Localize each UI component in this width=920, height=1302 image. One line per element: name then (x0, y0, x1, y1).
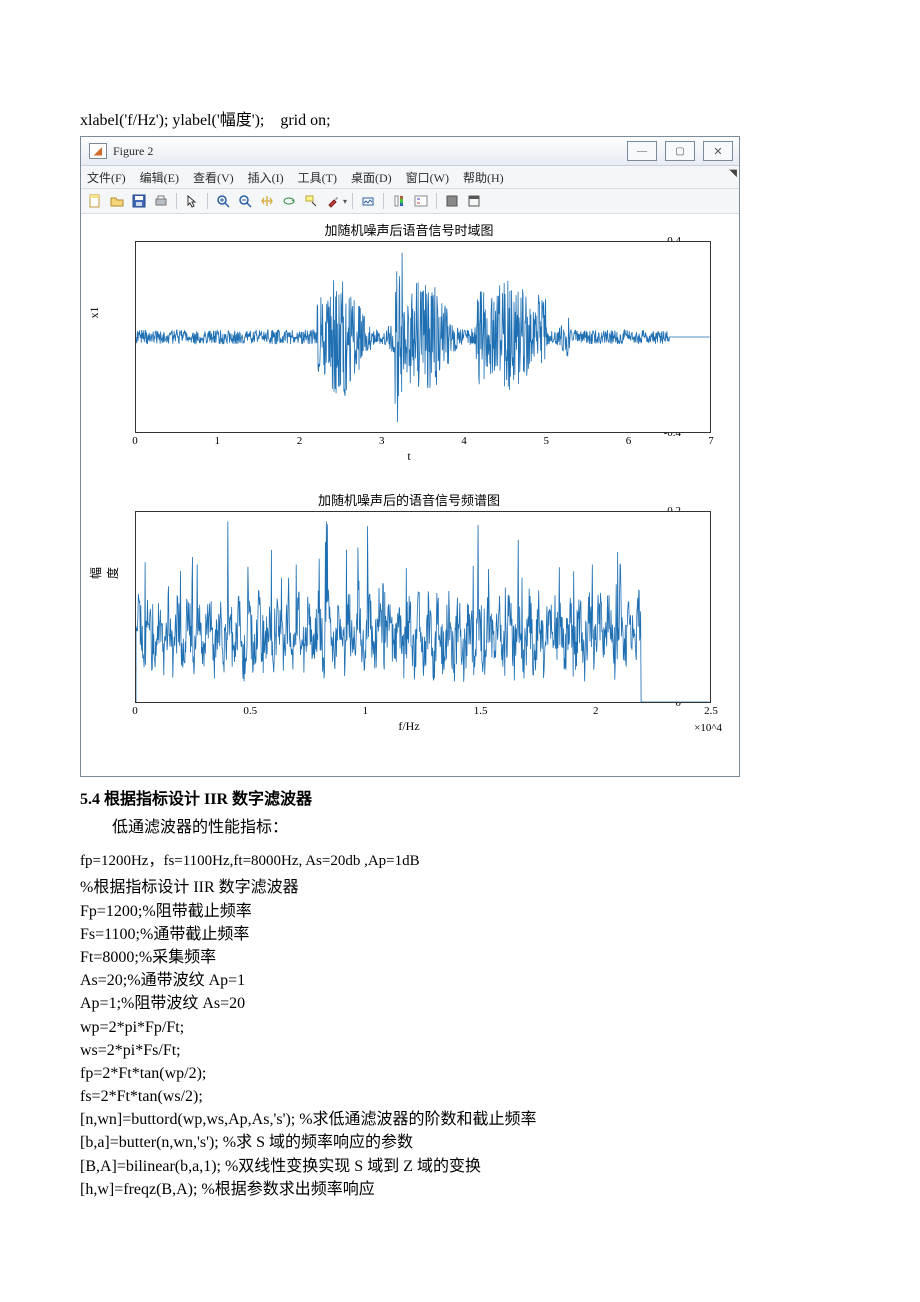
plot2-spectrum (136, 512, 710, 702)
zoom-in-icon[interactable] (213, 192, 233, 210)
print-icon[interactable] (151, 192, 171, 210)
xtick: 2 (593, 705, 599, 717)
section-heading: 5.4 根据指标设计 IIR 数字滤波器 (80, 785, 840, 809)
pointer-icon[interactable] (182, 192, 202, 210)
brush-dropdown-icon[interactable]: ▾ (343, 197, 347, 206)
data-cursor-icon[interactable] (301, 192, 321, 210)
plot1-title: 加随机噪声后语音信号时域图 (87, 220, 731, 239)
code-line: As=20;%通带波纹 Ap=1 (80, 969, 840, 992)
section-intro: 低通滤波器的性能指标： (80, 813, 840, 837)
window-minimize-button[interactable] (627, 141, 657, 161)
legend-icon[interactable] (411, 192, 431, 210)
subplot-time-domain: 加随机噪声后语音信号时域图 x1 0.4 0.2 0 -0.2 -0.4 0 1 (87, 220, 731, 490)
xtick: 1.5 (474, 705, 488, 717)
save-icon[interactable] (129, 192, 149, 210)
link-plot-icon[interactable] (358, 192, 378, 210)
menu-view[interactable]: 查看(V) (193, 169, 234, 186)
code-line-top: xlabel('f/Hz'); ylabel('幅度'); grid on; (80, 110, 840, 132)
filter-params-line: fp=1200Hz，fs=1100Hz,ft=8000Hz, As=20db ,… (80, 849, 840, 870)
code-line: [B,A]=bilinear(b,a,1); %双线性变换实现 S 域到 Z 域… (80, 1155, 840, 1178)
plot2-title: 加随机噪声后的语音信号频谱图 (87, 490, 731, 509)
plot1-xlabel: t (87, 449, 731, 464)
xtick: 0.5 (243, 705, 257, 717)
code-line: [b,a]=butter(n,wn,'s'); %求 S 域的频率响应的参数 (80, 1131, 840, 1154)
code-line: wp=2*pi*Fp/Ft; (80, 1016, 840, 1039)
window-maximize-button[interactable] (665, 141, 695, 161)
menu-desktop[interactable]: 桌面(D) (351, 169, 392, 186)
toolbar: ▾ (81, 189, 739, 214)
plot2-xlabel: f/Hz (87, 719, 731, 734)
xtick: 1 (215, 435, 221, 447)
xtick: 7 (708, 435, 714, 447)
dock-icon[interactable] (464, 192, 484, 210)
code-line: Fp=1200;%阻带截止频率 (80, 900, 840, 923)
code-line: fs=2*Ft*tan(ws/2); (80, 1085, 840, 1108)
menu-edit[interactable]: 编辑(E) (140, 169, 179, 186)
xtick: 6 (626, 435, 632, 447)
xtick: 5 (544, 435, 550, 447)
menu-help[interactable]: 帮助(H) (463, 169, 504, 186)
code-line: Ap=1;%阻带波纹 As=20 (80, 992, 840, 1015)
code-line: Fs=1100;%通带截止频率 (80, 923, 840, 946)
xtick: 2.5 (704, 705, 718, 717)
plot1-waveform (136, 242, 710, 432)
xtick: 0 (132, 435, 138, 447)
menu-expand-icon[interactable]: ◥ (729, 168, 737, 179)
xtick: 2 (297, 435, 303, 447)
menu-tools[interactable]: 工具(T) (298, 169, 337, 186)
matlab-figure-window: ◢ Figure 2 文件(F) 编辑(E) 查看(V) 插入(I) 工具(T)… (80, 136, 740, 777)
menu-insert[interactable]: 插入(I) (248, 169, 284, 186)
menu-file[interactable]: 文件(F) (87, 169, 126, 186)
new-file-icon[interactable] (85, 192, 105, 210)
open-folder-icon[interactable] (107, 192, 127, 210)
document-page: xlabel('f/Hz'); ylabel('幅度'); grid on; ◢… (0, 0, 920, 1261)
code-line: [n,wn]=buttord(wp,ws,Ap,As,'s'); %求低通滤波器… (80, 1108, 840, 1131)
pan-icon[interactable] (257, 192, 277, 210)
plot2-axes: ×10^4 (135, 511, 711, 703)
code-line: ws=2*pi*Fs/Ft; (80, 1039, 840, 1062)
menu-window[interactable]: 窗口(W) (406, 169, 449, 186)
window-close-button[interactable] (703, 141, 733, 161)
matlab-app-icon: ◢ (89, 143, 107, 159)
plot-area: 加随机噪声后语音信号时域图 x1 0.4 0.2 0 -0.2 -0.4 0 1 (81, 214, 739, 776)
window-titlebar: ◢ Figure 2 (81, 137, 739, 166)
brush-icon[interactable] (323, 192, 343, 210)
xtick: 0 (132, 705, 138, 717)
plot2-ylabel: 幅度 (87, 576, 121, 590)
xtick: 1 (363, 705, 369, 717)
xtick: 4 (461, 435, 467, 447)
xtick: 3 (379, 435, 385, 447)
code-line: fp=2*Ft*tan(wp/2); (80, 1062, 840, 1085)
code-line: Ft=8000;%采集频率 (80, 946, 840, 969)
menubar: 文件(F) 编辑(E) 查看(V) 插入(I) 工具(T) 桌面(D) 窗口(W… (81, 166, 739, 189)
window-title: Figure 2 (113, 144, 153, 159)
colorbar-icon[interactable] (389, 192, 409, 210)
subplot-spectrum: 加随机噪声后的语音信号频谱图 幅度 0.2 0.15 0.1 0.05 0 ×1… (87, 490, 731, 766)
code-block: %根据指标设计 IIR 数字滤波器 Fp=1200;%阻带截止频率 Fs=110… (80, 876, 840, 1201)
rotate3d-icon[interactable] (279, 192, 299, 210)
plot1-ylabel: x1 (87, 316, 102, 330)
hide-tools-icon[interactable] (442, 192, 462, 210)
plot1-axes (135, 241, 711, 433)
plot2-x-exponent: ×10^4 (694, 722, 722, 734)
code-line: [h,w]=freqz(B,A); %根据参数求出频率响应 (80, 1178, 840, 1201)
code-line: %根据指标设计 IIR 数字滤波器 (80, 876, 840, 899)
zoom-out-icon[interactable] (235, 192, 255, 210)
